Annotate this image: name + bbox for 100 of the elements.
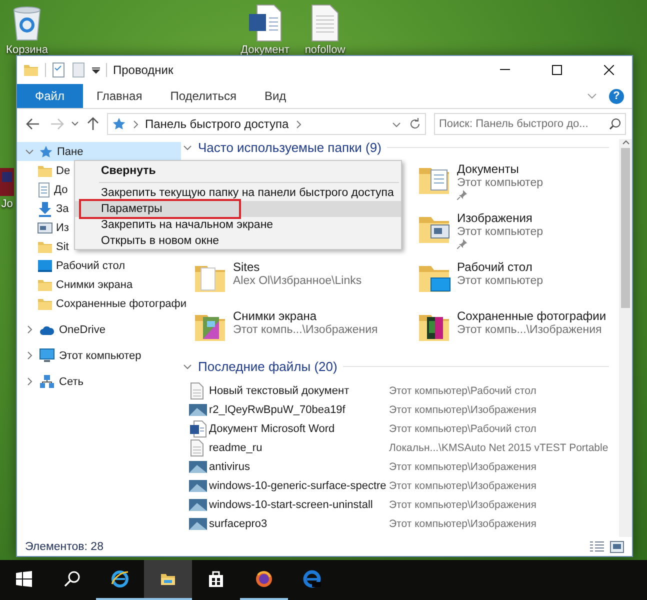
file-name[interactable]: windows-10-generic-surface-spectre [209, 480, 389, 492]
file-name[interactable]: antivirus [209, 460, 389, 472]
folder-icon [159, 571, 177, 587]
section-heading[interactable]: Последние файлы (20) [198, 359, 338, 374]
folder-name[interactable]: Сохраненные фотографии [457, 309, 606, 323]
nav-item[interactable]: За [17, 199, 69, 218]
close-icon [604, 65, 614, 75]
search-icon [64, 571, 80, 587]
scrollbar-thumb[interactable] [621, 148, 630, 308]
desktop-icon-label[interactable]: Jo [1, 198, 13, 210]
file-name[interactable]: Документ Microsoft Word [209, 422, 389, 434]
nav-item[interactable]: De [17, 161, 70, 180]
file-name[interactable]: Новый текстовый документ [209, 384, 389, 396]
ribbon-tab[interactable]: Поделиться [156, 84, 250, 108]
star-icon [112, 117, 126, 131]
address-bar[interactable]: Панель быстрого доступа [107, 113, 426, 135]
menu-item[interactable]: Параметры [75, 201, 401, 217]
caret-icon[interactable] [92, 66, 100, 74]
maximize-icon [552, 65, 562, 75]
folder-name[interactable]: Снимки экрана [233, 309, 378, 323]
file-location: Локальн...\KMSAuto Net 2015 vTEST Portable [389, 442, 608, 454]
chevron-icon[interactable] [25, 351, 34, 360]
star-icon [39, 144, 53, 158]
chevron-icon[interactable] [25, 377, 34, 386]
search-field[interactable]: Поиск: Панель быстрого до... [434, 113, 626, 135]
taskbar-button[interactable] [144, 560, 192, 600]
chevron-icon[interactable] [294, 120, 303, 128]
properties-icon[interactable] [52, 62, 66, 78]
ribbon-tab[interactable]: Главная [82, 84, 156, 108]
large-icons-view-icon[interactable] [610, 540, 624, 552]
menu-item[interactable]: Закрепить на начальном экране [75, 217, 401, 233]
recent-locations-caret-icon[interactable] [71, 121, 79, 127]
window-title: Проводник [113, 63, 174, 77]
folder-name[interactable]: Документы [457, 162, 543, 176]
nav-item[interactable]: Сохраненные фотографи [17, 294, 186, 313]
address-path[interactable]: Панель быстрого доступа [145, 117, 289, 131]
file-name[interactable]: r2_lQeyRwBpuW_70bea19f [209, 404, 389, 416]
nav-item[interactable]: Sit [17, 237, 69, 256]
desktop-icon-label[interactable]: Корзина [6, 44, 48, 56]
details-view-icon[interactable] [590, 540, 604, 552]
chevron-icon[interactable] [25, 325, 34, 334]
folder-location: Этот компь...\Изображения [233, 324, 378, 336]
file-location: Этот компьютер\Изображения [389, 460, 536, 472]
menu-item[interactable]: Открыть в новом окне [75, 233, 401, 249]
refresh-icon[interactable] [409, 118, 421, 130]
browser-icon [255, 570, 273, 588]
chevron-icon[interactable] [183, 143, 192, 152]
folder-location: Этот компьютер [457, 226, 543, 238]
menu-item[interactable]: Закрепить текущую папку на панели быстрого доступа [75, 185, 401, 201]
file-name[interactable]: readme_ru [209, 442, 389, 454]
file-location: Этот компьютер\Изображения [389, 518, 536, 530]
nav-item[interactable]: OneDrive [17, 320, 181, 339]
folder-icon [23, 62, 39, 78]
folder-name[interactable]: Sites [233, 260, 362, 274]
file-menu-button[interactable]: Файл [17, 84, 83, 108]
folder-name[interactable]: Рабочий стол [457, 260, 543, 274]
scrollbar[interactable] [619, 139, 632, 537]
nav-item[interactable]: Этот компьютер [17, 346, 181, 365]
nav-item[interactable]: Из [17, 218, 69, 237]
ribbon-tab[interactable]: Вид [250, 84, 300, 108]
chevron-icon[interactable] [183, 362, 192, 371]
text-file-icon [310, 4, 340, 42]
file-name[interactable]: windows-10-start-screen-uninstall [209, 498, 389, 510]
file-location: Этот компьютер\Рабочий стол [389, 384, 536, 396]
file-location: Этот компьютер\Рабочий стол [389, 422, 536, 434]
browser-icon [303, 570, 321, 588]
image-file-icon [0, 168, 14, 196]
download-arrow-icon [37, 200, 53, 216]
picture-icon [37, 220, 53, 234]
chevron-icon[interactable] [131, 120, 140, 128]
file-name[interactable]: surfacepro3 [209, 518, 389, 530]
folder-location: Этот компьютер [457, 275, 543, 287]
nav-item[interactable]: До [17, 180, 68, 199]
nav-item[interactable]: Снимки экрана [17, 275, 133, 294]
text-file-icon [189, 382, 205, 400]
chevron-icon[interactable] [25, 147, 34, 156]
nav-item[interactable]: Рабочий стол [17, 256, 126, 275]
nav-item[interactable]: Пане [17, 142, 181, 161]
network-icon [39, 374, 55, 389]
nav-item[interactable]: Сеть [17, 372, 181, 391]
chevron-icon[interactable] [392, 120, 401, 128]
text-file-icon [189, 438, 205, 456]
item-count: Элементов: 28 [25, 540, 104, 552]
menu-item[interactable]: Свернуть [75, 161, 401, 180]
image-file-icon [189, 404, 207, 416]
help-button[interactable]: ? [609, 88, 624, 104]
word-document-icon [248, 4, 282, 42]
up-arrow-icon [87, 117, 99, 131]
computer-icon [39, 348, 55, 363]
file-location: Этот компьютер\Изображения [389, 404, 536, 416]
folder-name[interactable]: Изображения [457, 211, 543, 225]
document-icon [37, 182, 51, 198]
start-icon [16, 571, 32, 587]
desktop-icon [37, 258, 53, 272]
section-heading[interactable]: Часто используемые папки (9) [198, 140, 382, 155]
folder-location: Этот компьютер [457, 177, 543, 189]
cloud-icon [39, 324, 55, 336]
scroll-up-icon[interactable] [622, 139, 630, 145]
minimize-icon [500, 69, 510, 71]
expand-ribbon-icon[interactable] [587, 93, 597, 99]
